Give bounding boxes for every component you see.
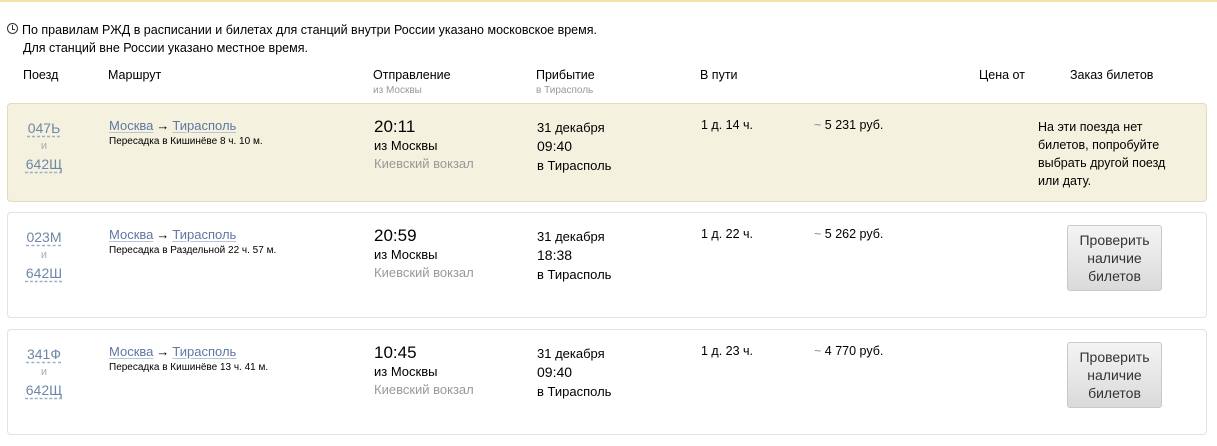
train-numbers: 341Ф и 642Щ bbox=[24, 344, 64, 400]
price: ~ 5 231 руб. bbox=[814, 118, 883, 132]
transfer-info: Пересадка в Кишинёве 8 ч. 10 м. bbox=[109, 136, 263, 147]
clock-icon bbox=[7, 23, 18, 34]
departure: 20:59 из Москвы Киевский вокзал bbox=[374, 226, 474, 282]
price-approx-sign: ~ bbox=[814, 227, 822, 241]
arrival-date: 31 декабря bbox=[537, 346, 605, 361]
price: ~ 4 770 руб. bbox=[814, 344, 883, 358]
train-joiner: и bbox=[40, 366, 48, 378]
train-number-link[interactable]: 047Ь bbox=[24, 118, 64, 138]
route-arrow-icon: → bbox=[156, 227, 170, 242]
col-header-departure: Отправление из Москвы bbox=[373, 68, 451, 96]
col-header-arrival: Прибытие в Тирасполь bbox=[536, 68, 595, 96]
route-arrow-icon: → bbox=[156, 118, 170, 133]
notice-line-2: Для станций вне России указано местное в… bbox=[23, 41, 308, 55]
transfer-info: Пересадка в Раздельной 22 ч. 57 м. bbox=[109, 245, 277, 256]
col-header-order: Заказ билетов bbox=[1070, 68, 1154, 82]
train-number-link[interactable]: 642Щ bbox=[24, 380, 64, 400]
route-arrow-icon: → bbox=[156, 344, 170, 359]
top-divider bbox=[0, 0, 1217, 2]
arrival-time: 09:40 bbox=[537, 138, 573, 154]
route-to-link[interactable]: Тирасполь bbox=[172, 344, 236, 359]
price-value: 5 231 руб. bbox=[824, 118, 884, 132]
departure-station: Киевский вокзал bbox=[374, 156, 474, 171]
price: ~ 5 262 руб. bbox=[814, 227, 883, 241]
button-label-line: билетов bbox=[1088, 268, 1141, 284]
notice-line-1: По правилам РЖД в расписании и билетах д… bbox=[22, 23, 597, 37]
trip-row: 341Ф и 642Щ Москва → Тирасполь Пересадка в… bbox=[7, 329, 1207, 435]
check-availability-button[interactable]: Проверить наличие билетов bbox=[1067, 342, 1162, 408]
button-label-line: наличие bbox=[1087, 250, 1142, 266]
train-joiner: и bbox=[40, 249, 48, 261]
col-header-departure-label: Отправление bbox=[373, 68, 451, 82]
route-from-link[interactable]: Москва bbox=[109, 227, 153, 242]
arrival-time: 09:40 bbox=[537, 364, 573, 380]
button-label-line: билетов bbox=[1088, 385, 1141, 401]
arrival-date: 31 декабря bbox=[537, 229, 605, 244]
price-value: 4 770 руб. bbox=[824, 344, 884, 358]
train-number-link[interactable]: 642Ш bbox=[24, 263, 64, 283]
arrival: 31 декабря 09:40 в Тирасполь bbox=[537, 118, 611, 175]
route-to-link[interactable]: Тирасполь bbox=[172, 118, 236, 133]
col-header-departure-sub: из Москвы bbox=[373, 85, 422, 96]
departure-time: 20:59 bbox=[374, 226, 417, 245]
price-approx-sign: ~ bbox=[814, 118, 822, 132]
route-to-link[interactable]: Тирасполь bbox=[172, 227, 236, 242]
price-approx-sign: ~ bbox=[814, 344, 822, 358]
button-label-line: наличие bbox=[1087, 367, 1142, 383]
arrival-city: в Тирасполь bbox=[537, 267, 612, 282]
trip-row: 047Ь и 642Щ Москва → Тирасполь Пересадка в… bbox=[7, 103, 1207, 202]
departure: 20:11 из Москвы Киевский вокзал bbox=[374, 117, 474, 173]
arrival-city: в Тирасполь bbox=[537, 158, 612, 173]
departure: 10:45 из Москвы Киевский вокзал bbox=[374, 343, 474, 399]
trip-duration: 1 д. 23 ч. bbox=[701, 344, 754, 358]
train-numbers: 023М и 642Ш bbox=[24, 227, 64, 283]
col-header-route: Маршрут bbox=[108, 68, 162, 82]
no-tickets-message: На эти поезда нет билетов, попробуйте вы… bbox=[1038, 120, 1166, 188]
train-numbers: 047Ь и 642Щ bbox=[24, 118, 64, 174]
trip-row: 023М и 642Ш Москва → Тирасполь Пересадка в… bbox=[7, 212, 1207, 318]
col-header-duration: В пути bbox=[700, 68, 738, 82]
button-label-line: Проверить bbox=[1079, 349, 1150, 365]
departure-station: Киевский вокзал bbox=[374, 382, 474, 397]
check-availability-button[interactable]: Проверить наличие билетов bbox=[1067, 225, 1162, 291]
train-number-link[interactable]: 341Ф bbox=[24, 344, 64, 364]
departure-city: из Москвы bbox=[374, 138, 438, 153]
train-number-link[interactable]: 023М bbox=[24, 227, 64, 247]
trip-duration: 1 д. 22 ч. bbox=[701, 227, 754, 241]
arrival-city: в Тирасполь bbox=[537, 384, 612, 399]
route: Москва → Тирасполь Пересадка в Кишинёве 8 … bbox=[109, 118, 263, 147]
arrival-time: 18:38 bbox=[537, 247, 573, 263]
price-value: 5 262 руб. bbox=[824, 227, 884, 241]
departure-city: из Москвы bbox=[374, 364, 438, 379]
transfer-info: Пересадка в Кишинёве 13 ч. 41 м. bbox=[109, 362, 269, 373]
departure-city: из Москвы bbox=[374, 247, 438, 262]
train-number-link[interactable]: 642Щ bbox=[24, 154, 64, 174]
arrival: 31 декабря 09:40 в Тирасполь bbox=[537, 344, 611, 401]
route: Москва → Тирасполь Пересадка в Раздельной … bbox=[109, 227, 276, 256]
col-header-price: Цена от bbox=[979, 68, 1025, 82]
departure-time: 10:45 bbox=[374, 343, 417, 362]
button-label-line: Проверить bbox=[1079, 232, 1150, 248]
arrival: 31 декабря 18:38 в Тирасполь bbox=[537, 227, 611, 284]
route: Москва → Тирасполь Пересадка в Кишинёве 13… bbox=[109, 344, 268, 373]
trip-duration: 1 д. 14 ч. bbox=[701, 118, 754, 132]
route-from-link[interactable]: Москва bbox=[109, 118, 153, 133]
departure-time: 20:11 bbox=[374, 117, 416, 136]
route-from-link[interactable]: Москва bbox=[109, 344, 153, 359]
col-header-arrival-label: Прибытие bbox=[536, 68, 595, 82]
arrival-date: 31 декабря bbox=[537, 120, 605, 135]
col-header-train: Поезд bbox=[23, 68, 59, 82]
train-joiner: и bbox=[40, 140, 48, 152]
col-header-arrival-sub: в Тирасполь bbox=[536, 85, 594, 96]
departure-station: Киевский вокзал bbox=[374, 265, 474, 280]
